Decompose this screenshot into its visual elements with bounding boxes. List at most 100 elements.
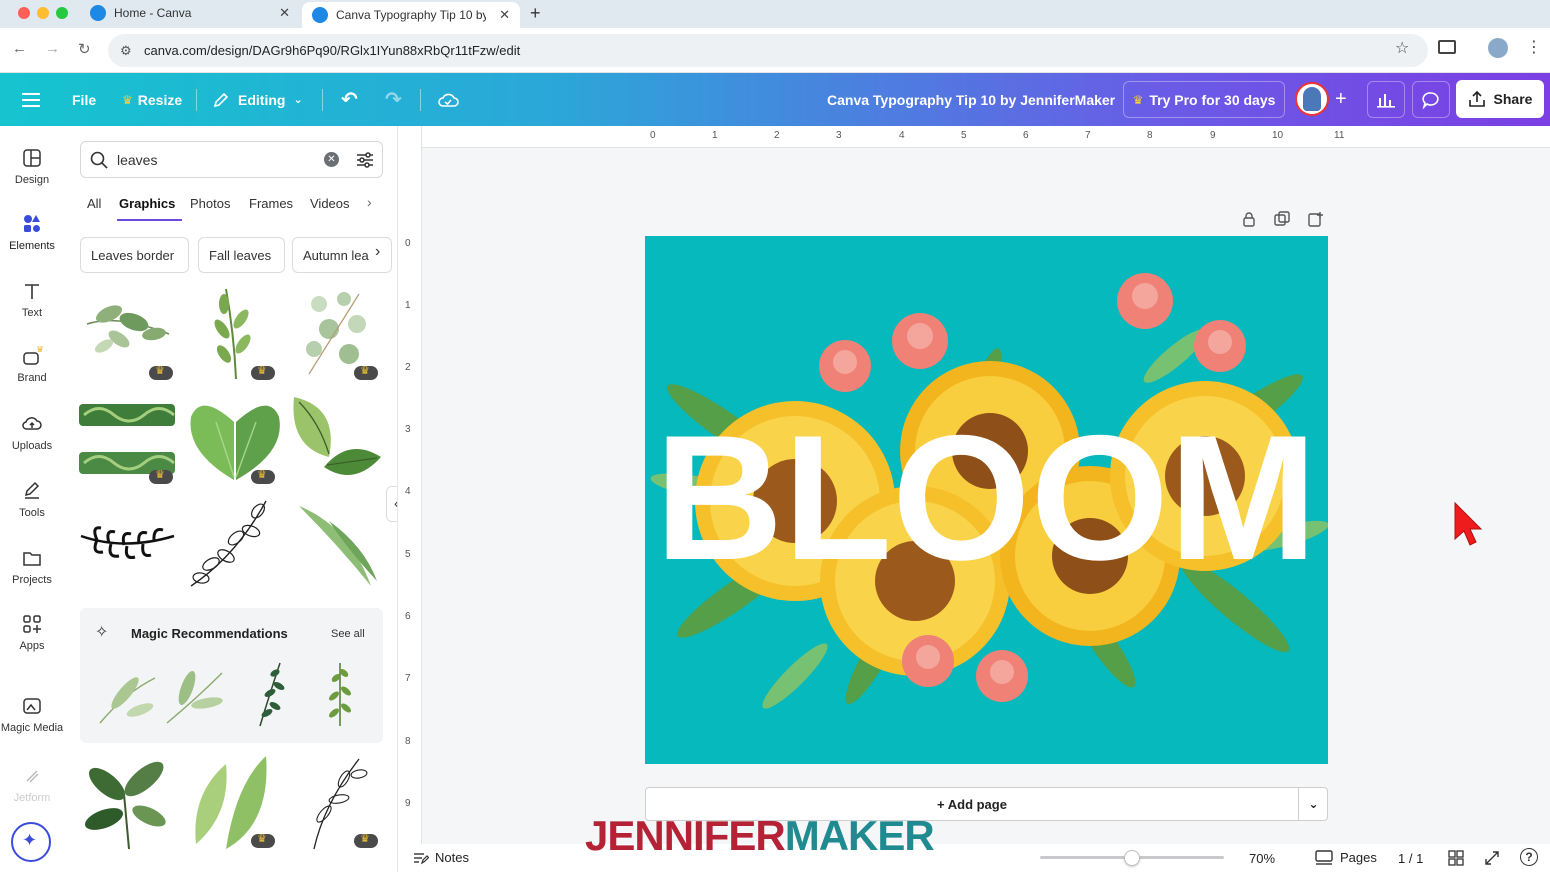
maximize-window-button[interactable] — [56, 7, 68, 19]
chevron-right-icon[interactable]: › — [367, 194, 372, 210]
forward-icon[interactable]: → — [45, 40, 60, 57]
ruler-number: 1 — [405, 300, 411, 311]
recommendation-leaf-4[interactable] — [320, 658, 360, 728]
graphic-eucalyptus-sprig[interactable] — [289, 284, 387, 382]
document-title[interactable]: Canva Typography Tip 10 by JenniferMaker — [827, 73, 1115, 126]
rail-magic-media[interactable]: Magic Media — [0, 696, 64, 734]
close-tab-icon[interactable]: ✕ — [499, 7, 510, 23]
editing-mode-button[interactable]: Editing ⌄ — [212, 73, 303, 126]
canva-favicon-icon — [90, 5, 106, 21]
bloom-text[interactable]: BLOOM — [655, 398, 1317, 597]
fullscreen-icon[interactable] — [1484, 850, 1500, 866]
tab-graphics[interactable]: Graphics — [119, 196, 175, 211]
cast-icon[interactable] — [1438, 40, 1456, 54]
undo-button[interactable]: ↶ — [341, 73, 358, 126]
chip-fall-leaves[interactable]: Fall leaves — [198, 237, 285, 273]
recommendation-leaf-2[interactable] — [162, 658, 227, 728]
try-pro-button[interactable]: ♛ Try Pro for 30 days — [1123, 81, 1285, 118]
rail-uploads[interactable]: Uploads — [0, 414, 64, 452]
jetform-icon — [26, 770, 39, 783]
reload-icon[interactable]: ↻ — [78, 40, 91, 58]
bloom-artwork[interactable]: BLOOM — [645, 236, 1328, 764]
add-page-label: + Add page — [937, 796, 1007, 812]
insights-button[interactable] — [1367, 81, 1405, 118]
pages-button[interactable]: Pages — [1315, 849, 1377, 865]
graphic-line-sprig[interactable] — [289, 754, 387, 852]
graphic-green-blades[interactable] — [186, 754, 284, 852]
add-page-options-button[interactable]: ⌄ — [1298, 788, 1328, 820]
redo-button[interactable]: ↷ — [385, 73, 402, 126]
chip-leaves-border[interactable]: Leaves border — [80, 237, 189, 273]
site-settings-icon[interactable]: ⚙ — [120, 34, 132, 67]
pro-crown-badge — [354, 832, 378, 848]
graphic-heart-leaves[interactable] — [186, 392, 284, 490]
graphic-dark-leaves[interactable] — [79, 754, 177, 852]
rail-design[interactable]: Design — [0, 148, 64, 186]
add-page-icon[interactable] — [1308, 211, 1324, 227]
clear-search-icon[interactable]: ✕ — [324, 152, 339, 167]
bookmark-star-icon[interactable]: ☆ — [1395, 38, 1409, 58]
back-icon[interactable]: ← — [12, 40, 27, 57]
help-icon[interactable]: ? — [1520, 848, 1538, 866]
rail-jetform[interactable]: Jetform — [0, 766, 64, 804]
chips-scroll-right-icon[interactable]: › — [375, 243, 381, 261]
new-tab-icon[interactable]: + — [530, 3, 541, 24]
magic-assistant-button[interactable]: ✦ — [11, 822, 51, 862]
rail-elements[interactable]: Elements — [0, 214, 64, 252]
zoom-slider[interactable] — [1040, 850, 1224, 866]
cloud-save-button[interactable] — [437, 73, 459, 126]
filter-sliders-icon[interactable] — [356, 151, 374, 169]
comments-button[interactable] — [1412, 81, 1450, 118]
tab-title: Canva Typography Tip 10 by ... — [336, 8, 486, 22]
elements-panel: leaves ✕ All Graphics Photos Frames Vide… — [64, 126, 398, 872]
graphic-two-leaves[interactable] — [289, 392, 387, 490]
recommendation-leaf-3[interactable] — [245, 658, 295, 728]
apps-icon — [23, 615, 41, 633]
share-label: Share — [1493, 91, 1533, 107]
rail-apps[interactable]: Apps — [0, 614, 64, 652]
recommendation-leaf-1[interactable] — [95, 658, 160, 728]
minimize-window-button[interactable] — [37, 7, 49, 19]
grid-view-icon[interactable] — [1448, 850, 1464, 866]
rail-brand[interactable]: ♛ Brand — [0, 346, 64, 384]
file-menu-button[interactable]: File — [72, 73, 96, 126]
rail-label: Elements — [9, 240, 55, 252]
graphic-tropical-border[interactable] — [79, 392, 177, 490]
collapse-panel-button[interactable]: ‹ — [386, 486, 397, 522]
rail-tools[interactable]: Tools — [0, 481, 64, 519]
tab-frames[interactable]: Frames — [249, 196, 293, 211]
rail-projects[interactable]: Projects — [0, 548, 64, 586]
rail-text[interactable]: Text — [0, 281, 64, 319]
profile-avatar-icon[interactable] — [1488, 38, 1508, 58]
graphic-eucalyptus-spray[interactable] — [79, 284, 177, 382]
browser-menu-icon[interactable]: ⋮ — [1526, 37, 1542, 57]
design-canvas[interactable]: BLOOM — [645, 236, 1328, 764]
graphic-watercolor-grass[interactable] — [289, 496, 387, 594]
resize-button[interactable]: ♛ Resize — [122, 73, 182, 126]
share-button[interactable]: Share — [1456, 80, 1544, 118]
close-window-button[interactable] — [18, 7, 30, 19]
search-value: leaves — [117, 152, 158, 168]
main-menu-button[interactable] — [22, 73, 40, 126]
notes-button[interactable]: Notes — [413, 850, 469, 865]
see-all-link[interactable]: See all — [331, 628, 365, 640]
url-field[interactable]: ⚙ canva.com/design/DAGr9h6Pq90/RGlx1IYun… — [108, 34, 1428, 67]
close-tab-icon[interactable]: ✕ — [279, 5, 290, 21]
graphic-single-leaf-stem[interactable] — [186, 284, 284, 382]
browser-tab-home[interactable]: Home - Canva ✕ — [80, 0, 300, 26]
duplicate-page-icon[interactable] — [1274, 211, 1290, 227]
lock-page-icon[interactable] — [1241, 211, 1257, 227]
search-input[interactable]: leaves ✕ — [80, 141, 383, 178]
graphic-black-laurel[interactable] — [79, 496, 177, 594]
editor-workspace[interactable]: 0 1 2 3 4 5 6 7 8 9 10 11 0 1 2 3 4 5 6 … — [398, 126, 1550, 872]
tab-photos[interactable]: Photos — [190, 196, 230, 211]
add-collaborator-button[interactable]: + — [1335, 73, 1347, 126]
zoom-percentage[interactable]: 70% — [1249, 851, 1275, 866]
notes-label: Notes — [435, 850, 469, 865]
tab-all[interactable]: All — [87, 196, 101, 211]
graphic-outline-branch[interactable] — [186, 496, 284, 594]
browser-tab-design[interactable]: Canva Typography Tip 10 by ... ✕ — [302, 2, 520, 28]
user-avatar[interactable] — [1295, 82, 1329, 116]
tab-videos[interactable]: Videos — [310, 196, 350, 211]
zoom-slider-handle[interactable] — [1124, 850, 1140, 866]
